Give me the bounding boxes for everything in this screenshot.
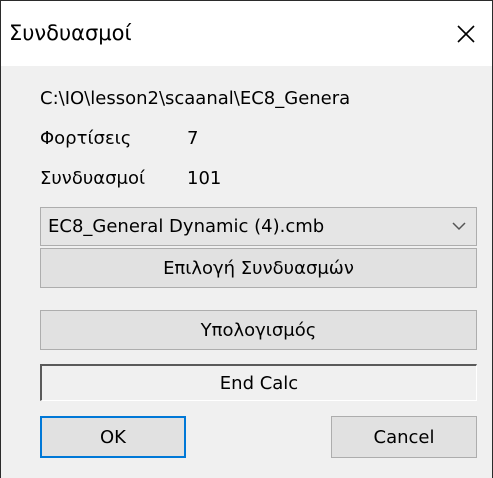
window-title: Συνδυασμοί bbox=[9, 21, 132, 45]
calculate-button[interactable]: Υπολογισμός bbox=[40, 310, 477, 350]
loads-value: 7 bbox=[187, 128, 199, 149]
ok-button[interactable]: OK bbox=[40, 416, 186, 458]
file-path: C:\IO\lesson2\scaanal\EC8_Genera bbox=[40, 88, 351, 109]
cancel-button[interactable]: Cancel bbox=[331, 416, 477, 458]
loads-label: Φορτίσεις bbox=[40, 128, 132, 149]
combination-file-dropdown[interactable]: EC8_General Dynamic (4).cmb bbox=[40, 207, 477, 246]
title-bar[interactable]: Συνδυασμοί bbox=[0, 0, 493, 66]
combinations-value: 101 bbox=[187, 168, 222, 189]
combinations-dialog: Συνδυασμοί C:\IO\lesson2\scaanal\EC8_Gen… bbox=[0, 0, 493, 478]
status-box: End Calc bbox=[40, 364, 477, 401]
close-button[interactable] bbox=[440, 1, 492, 67]
close-icon bbox=[457, 25, 475, 43]
dropdown-selected-value: EC8_General Dynamic (4).cmb bbox=[48, 216, 325, 237]
dialog-body: C:\IO\lesson2\scaanal\EC8_Genera Φορτίσε… bbox=[0, 66, 493, 478]
chevron-down-icon bbox=[452, 222, 466, 231]
combinations-label: Συνδυασμοί bbox=[40, 168, 146, 189]
select-combinations-button[interactable]: Επιλογή Συνδυασμών bbox=[40, 248, 477, 288]
